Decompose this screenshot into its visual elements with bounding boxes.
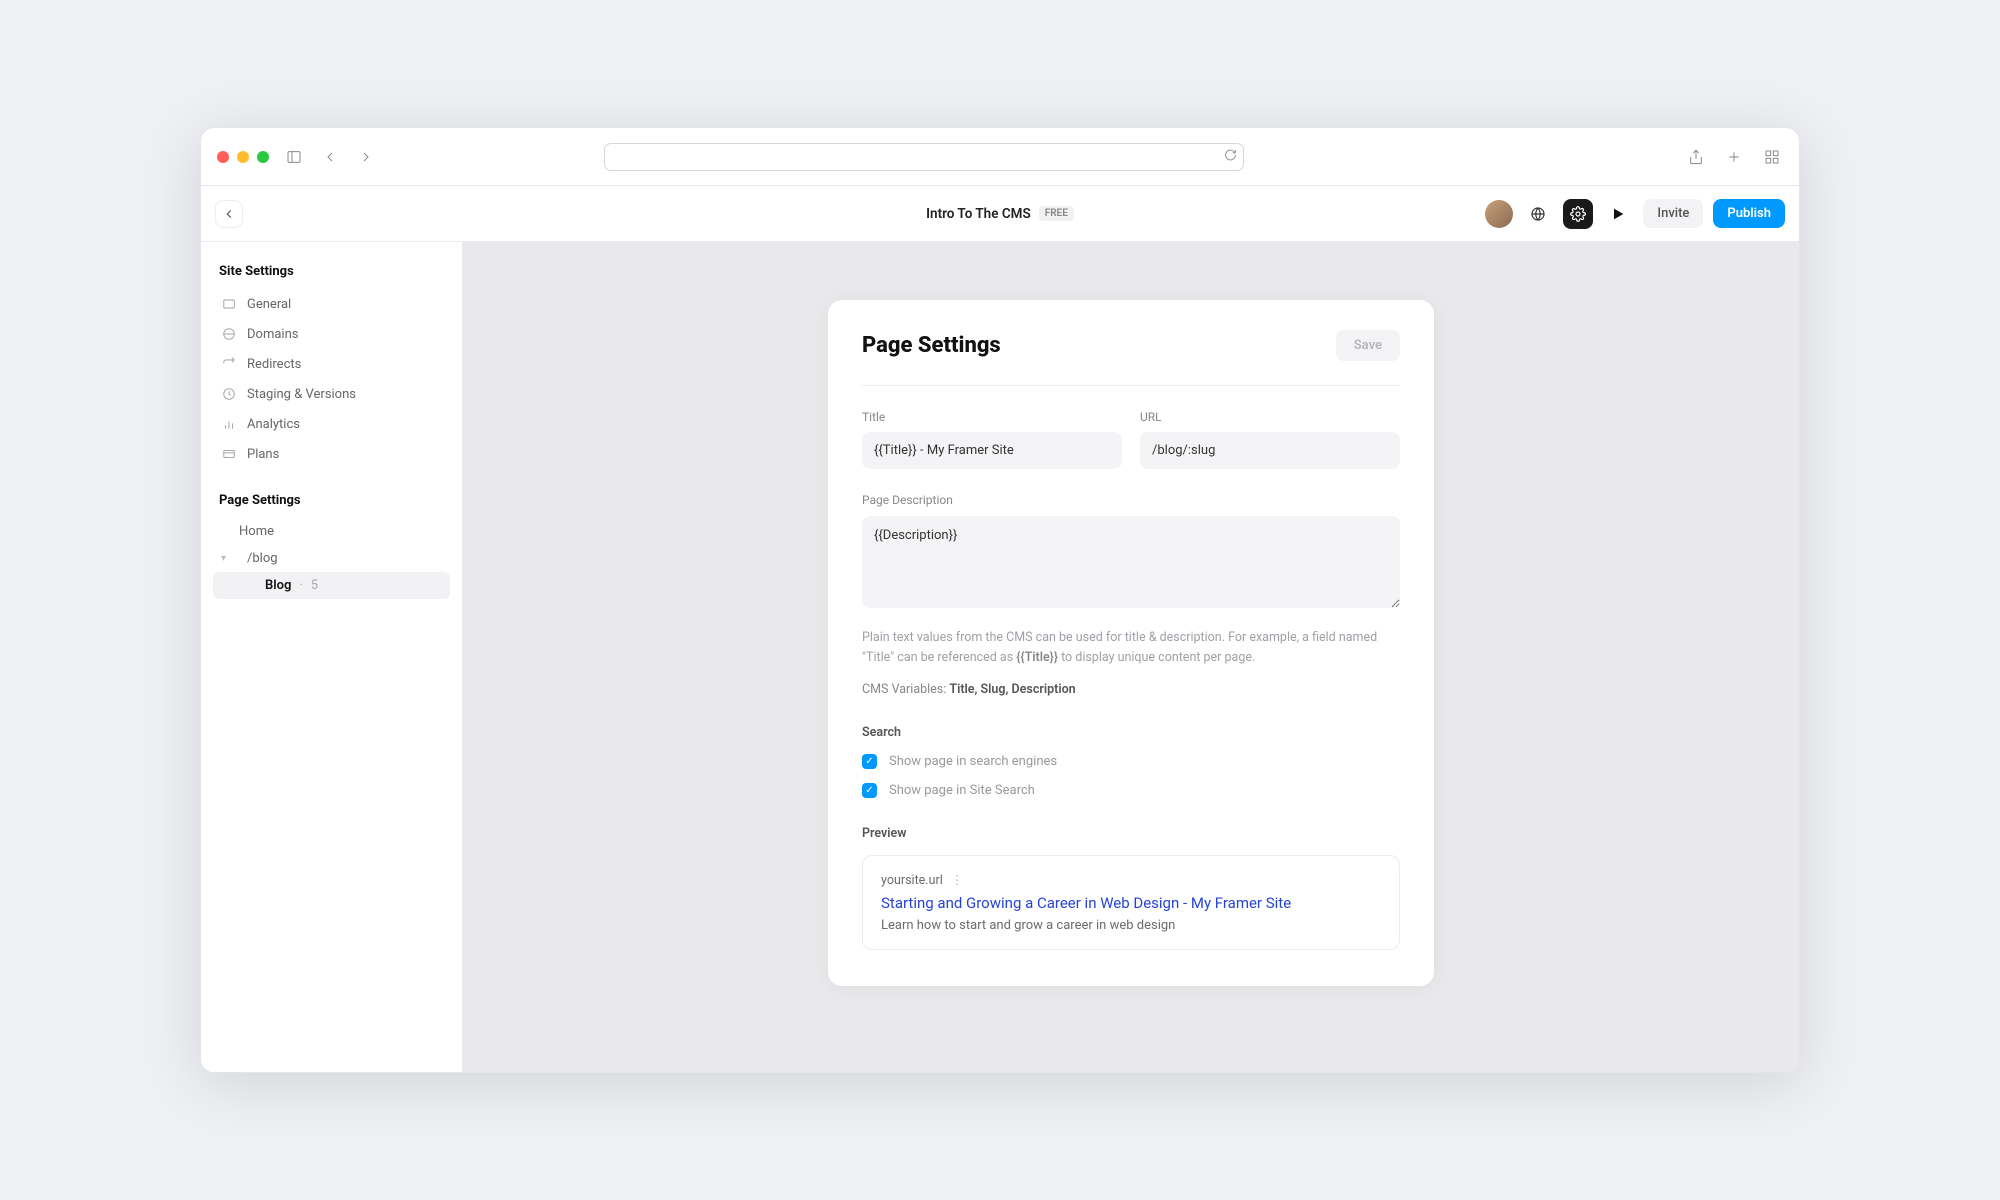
preview-heading: Preview <box>862 826 1400 841</box>
site-search-row: ✓ Show page in Site Search <box>862 783 1400 798</box>
preview-card: yoursite.url ⋮ Starting and Growing a Ca… <box>862 855 1400 950</box>
sidebar-item-label: Domains <box>247 327 298 342</box>
search-engines-label: Show page in search engines <box>889 754 1057 769</box>
help-text-token: {{Title}} <box>1016 650 1058 665</box>
title-input[interactable] <box>862 432 1122 469</box>
sidebar-item-label: Plans <box>247 447 279 462</box>
browser-chrome <box>201 128 1799 186</box>
search-heading: Search <box>862 725 1400 740</box>
title-label: Title <box>862 410 1122 424</box>
globe-button[interactable] <box>1523 199 1553 229</box>
play-button[interactable] <box>1603 199 1633 229</box>
redirect-icon <box>221 356 237 372</box>
sidebar-item-general[interactable]: General <box>213 289 450 319</box>
sidebar-item-label: Analytics <box>247 417 300 432</box>
browser-window: Intro To The CMS FREE Invite Publish Sit… <box>200 127 1800 1073</box>
caret-down-icon: ▾ <box>221 553 231 564</box>
general-icon <box>221 296 237 312</box>
sidebar-item-label: Staging & Versions <box>247 387 356 402</box>
clock-icon <box>221 386 237 402</box>
page-settings-panel: Page Settings Save Title URL Page Descri… <box>828 300 1434 986</box>
share-icon[interactable] <box>1685 146 1707 168</box>
preview-description: Learn how to start and grow a career in … <box>881 918 1381 933</box>
url-field-col: URL <box>1140 410 1400 469</box>
preview-url-row: yoursite.url ⋮ <box>881 872 1381 888</box>
sidebar-item-plans[interactable]: Plans <box>213 439 450 469</box>
search-engines-row: ✓ Show page in search engines <box>862 754 1400 769</box>
publish-button[interactable]: Publish <box>1713 199 1785 228</box>
cms-vars-label: CMS Variables: <box>862 682 949 697</box>
preview-title: Starting and Growing a Career in Web Des… <box>881 894 1381 912</box>
nav-back-icon[interactable] <box>319 146 341 168</box>
tree-item-home[interactable]: Home <box>213 518 450 545</box>
panel-title: Page Settings <box>862 333 1001 358</box>
url-bar[interactable] <box>604 143 1244 171</box>
nav-forward-icon[interactable] <box>355 146 377 168</box>
header-actions: Invite Publish <box>1485 199 1785 229</box>
invite-button[interactable]: Invite <box>1643 199 1703 228</box>
sidebar-item-domains[interactable]: Domains <box>213 319 450 349</box>
sidebar-item-label: General <box>247 297 291 312</box>
url-input[interactable] <box>1140 432 1400 469</box>
app-title: Intro To The CMS <box>926 206 1031 222</box>
sidebar-section-site-settings: Site Settings <box>213 260 450 289</box>
sidebar-item-redirects[interactable]: Redirects <box>213 349 450 379</box>
tree-item-blog-folder[interactable]: ▾ /blog <box>213 545 450 572</box>
window-close-button[interactable] <box>217 151 229 163</box>
sidebar-section-page-settings: Page Settings <box>213 489 450 518</box>
main-canvas: Page Settings Save Title URL Page Descri… <box>463 242 1799 1072</box>
refresh-icon[interactable] <box>1224 148 1237 165</box>
description-section: Page Description <box>862 493 1400 612</box>
traffic-lights <box>217 151 269 163</box>
save-button[interactable]: Save <box>1336 330 1400 361</box>
cms-variables: CMS Variables: Title, Slug, Description <box>862 682 1400 697</box>
app-header: Intro To The CMS FREE Invite Publish <box>201 186 1799 242</box>
browser-right-actions <box>1685 146 1783 168</box>
plan-badge: FREE <box>1039 206 1074 221</box>
window-minimize-button[interactable] <box>237 151 249 163</box>
sidebar-toggle-icon[interactable] <box>283 146 305 168</box>
tree-separator: · <box>299 578 302 593</box>
sidebar: Site Settings General Domains Redirects … <box>201 242 463 1072</box>
title-field-col: Title <box>862 410 1122 469</box>
description-label: Page Description <box>862 493 953 507</box>
sidebar-item-analytics[interactable]: Analytics <box>213 409 450 439</box>
preview-url: yoursite.url <box>881 873 943 888</box>
panel-header: Page Settings Save <box>862 330 1400 386</box>
tree-item-label: Blog <box>265 578 291 593</box>
new-tab-icon[interactable] <box>1723 146 1745 168</box>
cms-vars-values: Title, Slug, Description <box>949 682 1075 697</box>
app-back-button[interactable] <box>215 200 243 228</box>
title-url-row: Title URL <box>862 410 1400 469</box>
description-input[interactable] <box>862 516 1400 608</box>
tree-item-blog[interactable]: Blog · 5 <box>213 572 450 599</box>
sidebar-item-staging[interactable]: Staging & Versions <box>213 379 450 409</box>
tree-item-label: Home <box>239 524 274 539</box>
help-text-post: to display unique content per page. <box>1058 650 1255 665</box>
site-search-label: Show page in Site Search <box>889 783 1035 798</box>
sidebar-item-label: Redirects <box>247 357 301 372</box>
globe-icon <box>221 326 237 342</box>
kebab-icon[interactable]: ⋮ <box>951 872 965 888</box>
tabs-overview-icon[interactable] <box>1761 146 1783 168</box>
chart-icon <box>221 416 237 432</box>
settings-button[interactable] <box>1563 199 1593 229</box>
help-text: Plain text values from the CMS can be us… <box>862 628 1400 668</box>
site-search-checkbox[interactable]: ✓ <box>862 783 877 798</box>
url-label: URL <box>1140 410 1400 424</box>
app-body: Site Settings General Domains Redirects … <box>201 242 1799 1072</box>
avatar[interactable] <box>1485 200 1513 228</box>
window-maximize-button[interactable] <box>257 151 269 163</box>
card-icon <box>221 446 237 462</box>
page-tree: Page Settings Home ▾ /blog Blog · 5 <box>213 489 450 599</box>
tree-item-count: 5 <box>311 578 318 593</box>
search-engines-checkbox[interactable]: ✓ <box>862 754 877 769</box>
tree-item-label: /blog <box>247 551 278 566</box>
